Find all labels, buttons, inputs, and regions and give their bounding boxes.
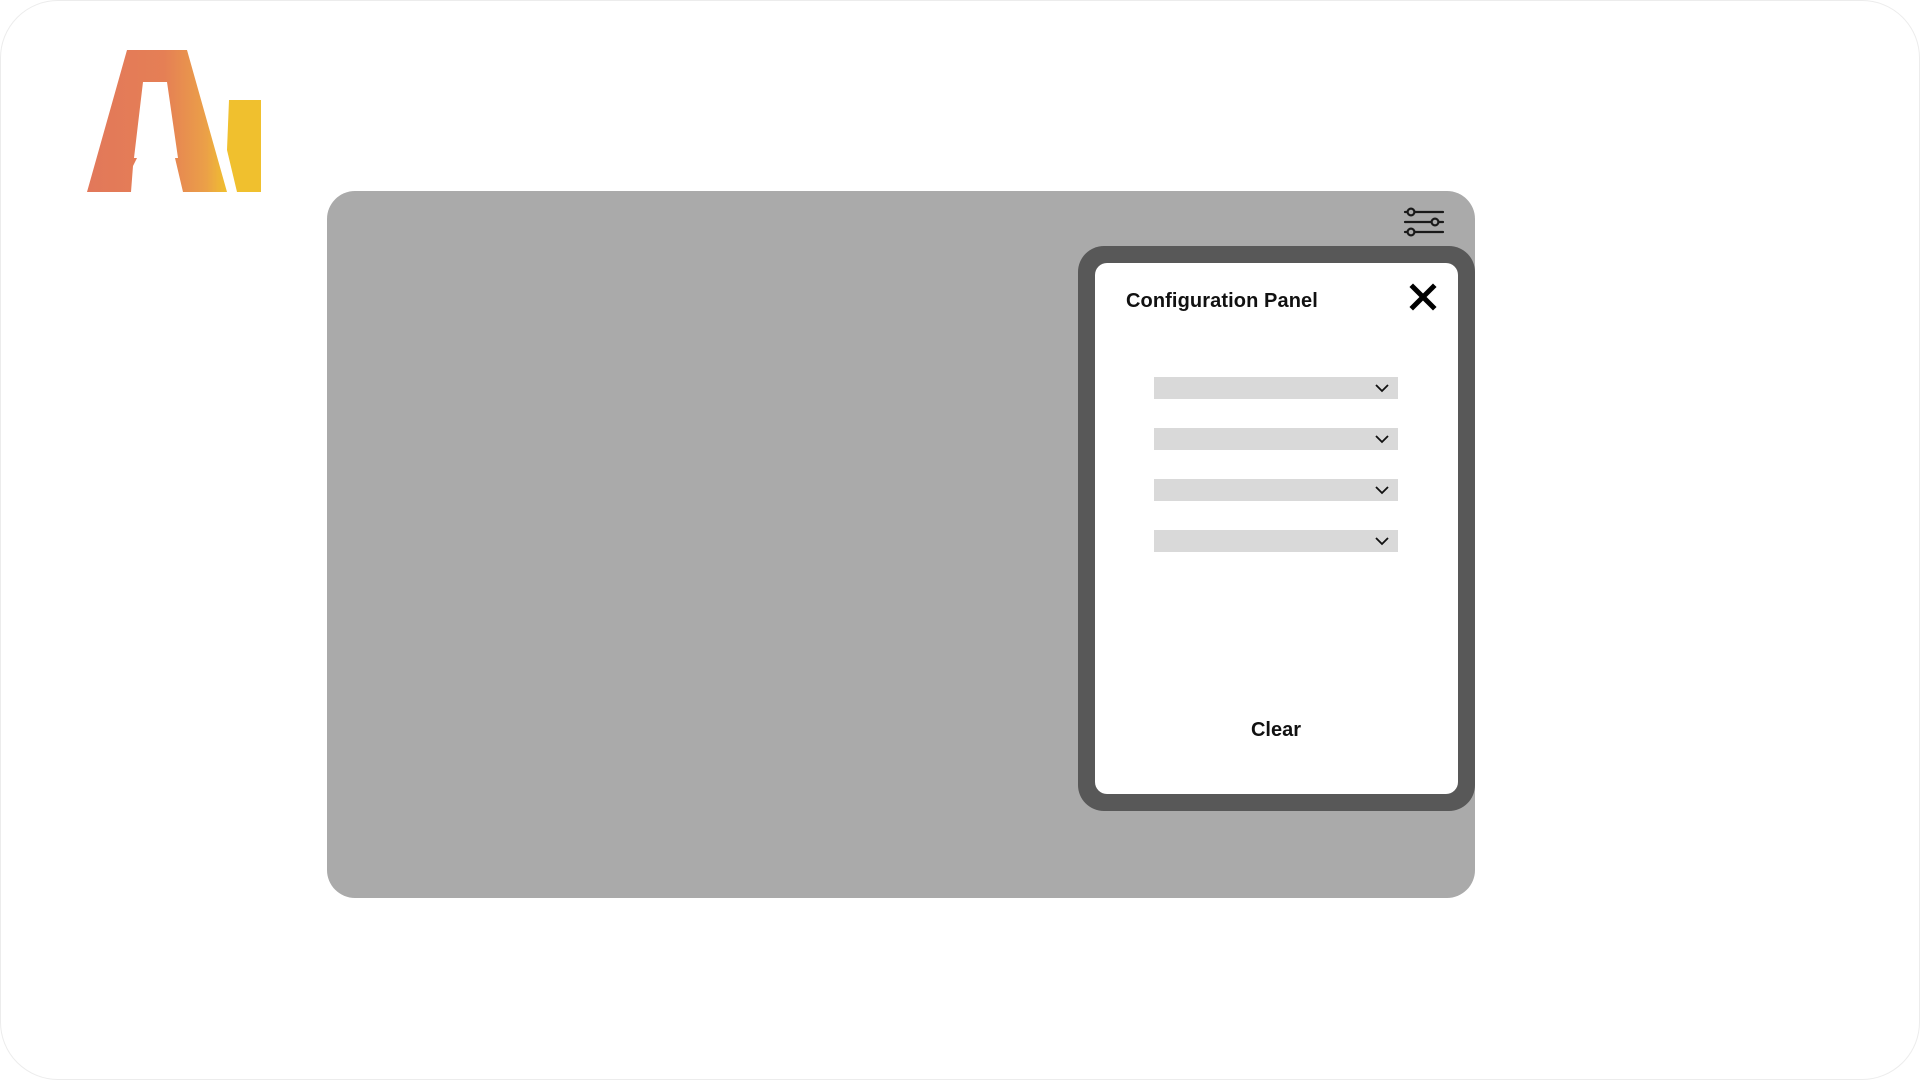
chevron-down-icon	[1375, 435, 1389, 444]
dropdown-1[interactable]	[1154, 377, 1398, 399]
chevron-down-icon	[1375, 384, 1389, 393]
dropdown-3[interactable]	[1154, 479, 1398, 501]
app-window: Configuration Panel Clear	[0, 0, 1920, 1080]
dropdown-2[interactable]	[1154, 428, 1398, 450]
ai-logo-icon	[87, 50, 261, 192]
clear-button[interactable]: Clear	[1226, 711, 1326, 747]
chevron-down-icon	[1375, 486, 1389, 495]
settings-button[interactable]	[1401, 204, 1447, 240]
config-panel-frame: Configuration Panel Clear	[1078, 246, 1475, 811]
chevron-down-icon	[1375, 537, 1389, 546]
close-icon	[1409, 283, 1437, 311]
panel-title: Configuration Panel	[1126, 290, 1318, 312]
close-button[interactable]	[1405, 279, 1441, 315]
config-panel: Configuration Panel Clear	[1095, 263, 1458, 794]
sliders-icon	[1403, 207, 1445, 237]
dropdown-4[interactable]	[1154, 530, 1398, 552]
